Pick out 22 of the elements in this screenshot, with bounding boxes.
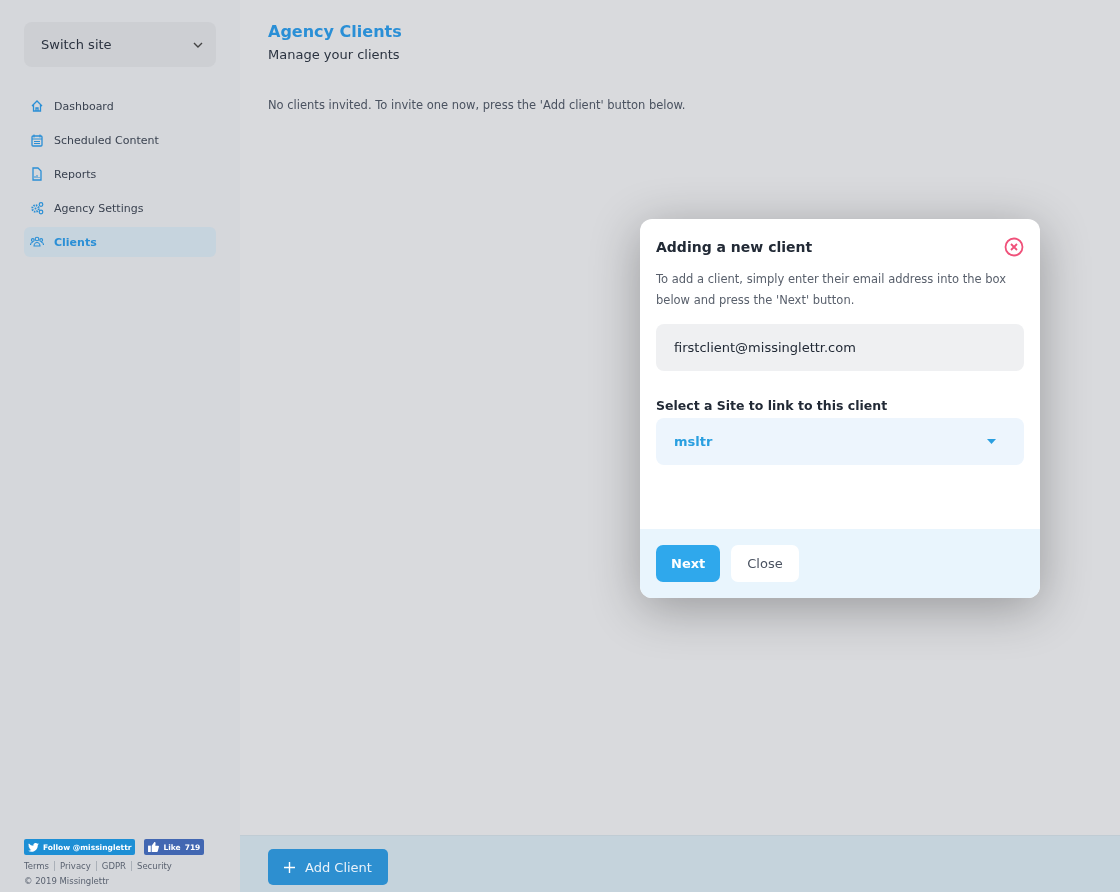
modal-description: To add a client, simply enter their email address into the box below and press the 'Next' button.: [656, 271, 1007, 309]
email-field[interactable]: firstclient@missinglettr.com: [656, 324, 1024, 371]
nav-item[interactable]: Scheduled Content: [24, 125, 216, 155]
close-button[interactable]: Close: [731, 545, 799, 582]
copyright-text: © 2019 Missinglettr: [24, 876, 110, 886]
next-button[interactable]: Next: [656, 545, 721, 582]
page-subtitle: Manage your clients: [268, 47, 401, 62]
add-client-button[interactable]: Add Client: [268, 849, 388, 885]
footer-link[interactable]: Privacy: [54, 861, 96, 871]
site-select[interactable]: msltr: [656, 418, 1024, 465]
page-title: Agency Clients: [268, 22, 403, 41]
nav-item[interactable]: Reports: [24, 159, 216, 189]
footer-link[interactable]: Terms: [24, 861, 55, 871]
footer-link[interactable]: GDPR: [95, 861, 131, 871]
footer-link[interactable]: Security: [131, 861, 177, 871]
site-select-label: Select a Site to link to this client: [656, 398, 889, 413]
empty-message: No clients invited. To invite one now, press the 'Add client' button below.: [268, 98, 687, 112]
nav-item[interactable]: Agency Settings: [24, 193, 216, 223]
nav-item[interactable]: Dashboard: [24, 91, 216, 121]
site-switcher[interactable]: Switch site: [24, 22, 216, 67]
modal-title: Adding a new client: [656, 239, 813, 255]
nav-item[interactable]: Clients: [24, 227, 216, 257]
